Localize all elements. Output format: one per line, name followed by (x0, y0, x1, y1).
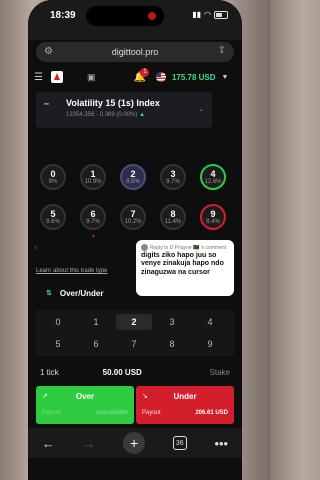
account-balance[interactable]: 175.78 USD (172, 73, 216, 82)
commenter-avatar (141, 244, 148, 251)
back-arrow-icon[interactable]: ← (42, 436, 55, 451)
digit-stat-1[interactable]: 1 10.9% (80, 164, 106, 190)
portfolio-icon[interactable]: ▣ (87, 72, 96, 83)
prediction-digit-5[interactable]: 5 (40, 336, 76, 352)
digit-stat-3[interactable]: 3 9.7% (160, 164, 186, 190)
tab-count[interactable]: 36 (172, 436, 187, 450)
digit-stat-5[interactable]: 5 9.6% (40, 204, 66, 230)
app-header: ☰ ▣ 🔔 1 175.78 USD ▼ (28, 66, 242, 88)
reply-to-text: Reply to D Pnayne 🇰🇪 's comment (150, 244, 227, 251)
prediction-digit-8[interactable]: 8 (154, 336, 190, 352)
prediction-digit-4[interactable]: 4 (192, 314, 228, 330)
digit-percent: 9.7% (166, 179, 180, 185)
prediction-digit-9[interactable]: 9 (192, 336, 228, 352)
digit-percent: 10.2% (124, 219, 142, 225)
over-payout-label: Payout (42, 410, 61, 416)
digit-percent: 10.9% (84, 179, 102, 185)
chevron-down-icon[interactable]: ⌄ (198, 105, 204, 113)
digit-stat-8[interactable]: 8 11.4% (160, 204, 186, 230)
share-icon[interactable]: ⇪ (218, 45, 226, 56)
url-text[interactable]: digittool.pro (112, 47, 159, 57)
comment-text: digits ziko hapo juu so venye zinakuja h… (141, 252, 224, 276)
comment-bubble: Reply to D Pnayne 🇰🇪 's comment digits z… (136, 240, 234, 296)
digit-label: 7 (130, 209, 136, 219)
market-icon: ▪▪ (44, 101, 49, 108)
notifications-bell-icon[interactable]: 🔔 1 (133, 67, 150, 83)
digit-prediction-grid: 0 1 2 3 4 5 6 7 8 9 (36, 310, 234, 356)
menu-icon[interactable]: ☰ (34, 72, 43, 83)
digit-percent: 11.4% (164, 219, 182, 225)
under-button[interactable]: ↘ Under Payout 206.61 USD (136, 386, 234, 424)
address-bar[interactable]: ⚙ digittool.pro ⇪ (36, 42, 234, 62)
signal-icon: ▮▮ (192, 10, 202, 19)
stake-label: Stake (209, 367, 230, 377)
comment-reply-to: Reply to D Pnayne 🇰🇪 's comment (141, 244, 229, 251)
market-price: 13354.356 - 0.389 (0.00%) ▲ (66, 112, 145, 118)
chevron-left-icon[interactable]: ‹ (34, 242, 37, 253)
stake-value[interactable]: 50.00 USD (103, 368, 142, 377)
account-dropdown-icon[interactable]: ▼ (222, 74, 229, 81)
digit-label: 1 (90, 169, 96, 179)
duration-value[interactable]: 1 tick (40, 368, 59, 377)
digit-percent: 12.6% (204, 179, 222, 185)
status-bar: 18:39 ▮▮ ◠ (28, 0, 242, 40)
notification-badge: 1 (140, 67, 150, 77)
trade-type-selector[interactable]: ⇅ Over/Under (36, 280, 136, 306)
battery-icon (214, 10, 228, 19)
over-payout-amount: unavailable (95, 410, 128, 416)
dynamic-island (86, 6, 164, 26)
digit-label: 0 (50, 169, 56, 179)
learn-trade-type-link[interactable]: Learn about this trade type (36, 268, 107, 274)
digit-stat-4[interactable]: 4 12.6% (200, 164, 226, 190)
digit-percent: 9% (48, 179, 58, 185)
site-settings-icon[interactable]: ⚙ (44, 46, 53, 57)
trade-params: 1 tick 50.00 USD Stake (36, 362, 234, 382)
current-digit-marker-icon: ▲ (91, 233, 96, 239)
over-under-icon: ⇅ (46, 290, 52, 297)
digit-label: 3 (170, 169, 176, 179)
digit-stat-6[interactable]: 6 9.7% (80, 204, 106, 230)
over-button[interactable]: ↗ Over Payout unavailable (36, 386, 134, 424)
digit-label: 2 (130, 169, 136, 179)
prediction-digit-3[interactable]: 3 (154, 314, 190, 330)
trade-type-label: Over/Under (59, 288, 104, 298)
over-label: Over (75, 392, 95, 401)
wifi-icon: ◠ (204, 10, 211, 19)
browser-toolbar: ← → + 36 ••• (28, 428, 242, 458)
digit-stat-2[interactable]: 2 8.5% (120, 164, 146, 190)
status-icons: ▮▮ ◠ (192, 10, 228, 19)
digit-stat-7[interactable]: 7 10.2% (120, 204, 146, 230)
digit-label: 8 (170, 209, 176, 219)
prediction-digit-7[interactable]: 7 (116, 336, 152, 352)
digit-label: 6 (90, 209, 96, 219)
prediction-digit-1[interactable]: 1 (78, 314, 114, 330)
status-time: 18:39 (50, 10, 76, 21)
prediction-digit-2[interactable]: 2 (116, 314, 152, 330)
recording-dot-icon (148, 12, 156, 20)
digit-stat-9[interactable]: 9 8.4% (200, 204, 226, 230)
price-up-icon: ▲ (139, 112, 146, 118)
under-payout-amount: 206.61 USD (195, 410, 228, 416)
under-label: Under (173, 392, 197, 401)
market-name: Volatility 15 (1s) Index (66, 98, 160, 108)
digit-label: 4 (210, 169, 216, 179)
more-options-icon[interactable]: ••• (214, 436, 228, 451)
app-logo[interactable] (50, 71, 63, 83)
market-price-value: 13354.356 - 0.389 (0.00%) (66, 112, 138, 118)
prediction-digit-6[interactable]: 6 (78, 336, 114, 352)
digit-percent: 9.6% (46, 219, 60, 225)
prediction-digit-0[interactable]: 0 (40, 314, 76, 330)
us-flag-icon[interactable] (155, 72, 166, 82)
digit-stat-0[interactable]: 0 9% (40, 164, 66, 190)
digit-percent: 9.7% (86, 219, 100, 225)
forward-arrow-icon[interactable]: → (82, 436, 95, 451)
market-selector[interactable]: ▪▪ Volatility 15 (1s) Index 13354.356 - … (36, 92, 212, 128)
digit-percent: 8.4% (206, 219, 220, 225)
digit-label: 5 (50, 209, 56, 219)
digit-percent: 8.5% (126, 179, 140, 185)
under-payout-label: Payout (142, 410, 161, 416)
digit-label: 9 (210, 209, 216, 219)
new-tab-plus-icon[interactable]: + (123, 432, 146, 454)
